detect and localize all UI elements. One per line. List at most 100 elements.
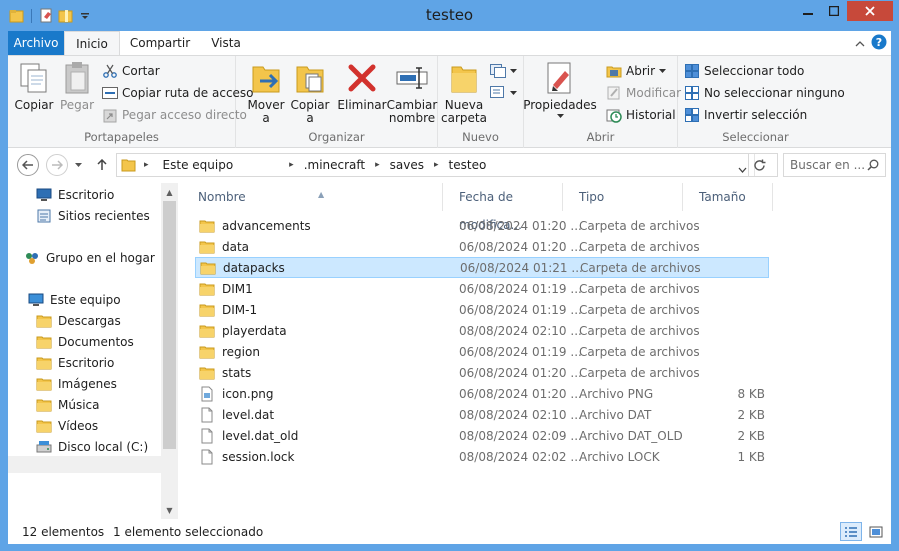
maximize-button[interactable] — [821, 1, 847, 21]
rename-button[interactable]: Cambiar nombre — [387, 60, 437, 125]
dropdown-arrow-icon — [510, 90, 517, 95]
breadcrumb-este-equipo[interactable]: Este equipo — [163, 158, 234, 172]
copy-to-icon — [292, 60, 328, 96]
close-button[interactable] — [847, 1, 893, 21]
nav-item-imágenes[interactable]: Imágenes — [36, 376, 117, 392]
nav-vertical-scrollbar[interactable]: ▲ ▼ — [161, 183, 178, 519]
file-row[interactable]: DIM-1 06/08/2024 01:19 ... Carpeta de arch… — [195, 299, 769, 320]
file-row[interactable]: level.dat_old 08/08/2024 02:09 ... Archivo… — [195, 425, 769, 446]
nav-item-disco-local-c[interactable]: Disco local (C:) — [36, 439, 148, 455]
nav-item-label: Sitios recientes — [58, 209, 150, 223]
breadcrumb-minecraft[interactable]: .minecraft — [304, 158, 365, 172]
group-seleccionar: Seleccionar todo No seleccionar ninguno … — [678, 56, 845, 148]
open-button[interactable]: Abrir — [606, 63, 667, 79]
paste-icon — [59, 60, 95, 96]
file-row[interactable]: playerdata 08/08/2024 02:10 ... Carpeta de… — [195, 320, 769, 341]
file-row[interactable]: region 06/08/2024 01:19 ... Carpeta de arc… — [195, 341, 769, 362]
collapse-ribbon-icon[interactable] — [855, 37, 865, 51]
breadcrumb-testeo[interactable]: testeo — [449, 158, 487, 172]
select-all-button[interactable]: Seleccionar todo — [684, 63, 804, 79]
explorer-window: testeo Archivo Inicio Compartir Vista ? — [0, 0, 899, 551]
file-row[interactable]: level.dat 08/08/2024 02:10 ... Archivo DAT… — [195, 404, 769, 425]
file-row[interactable]: advancements 06/08/2024 01:20 ... Carpeta … — [195, 215, 769, 236]
history-button[interactable]: Historial — [606, 107, 676, 123]
search-input[interactable]: Buscar en ... — [783, 153, 886, 177]
nav-item-documentos[interactable]: Documentos — [36, 334, 134, 350]
nav-item-escritorio[interactable]: Escritorio — [36, 187, 114, 203]
file-name: data — [222, 239, 250, 254]
breadcrumb-separator[interactable]: ▸ — [289, 160, 294, 170]
file-row[interactable]: data 06/08/2024 01:20 ... Carpeta de archi… — [195, 236, 769, 257]
breadcrumb-separator[interactable]: ▸ — [144, 160, 149, 170]
select-all-icon — [684, 63, 700, 79]
nav-horizontal-scrollbar[interactable] — [8, 456, 161, 473]
nav-item-descargas[interactable]: Descargas — [36, 313, 121, 329]
copy-path-button[interactable]: Copiar ruta de acceso — [102, 85, 254, 101]
homegroup-icon — [24, 250, 40, 266]
back-button[interactable] — [17, 154, 39, 176]
scroll-up-icon[interactable]: ▲ — [161, 184, 178, 200]
file-row[interactable]: icon.png 06/08/2024 01:20 ... Archivo PNG 8… — [195, 383, 769, 404]
paste-shortcut-icon — [102, 107, 118, 123]
file-name-cell: icon.png — [199, 386, 274, 402]
address-bar[interactable]: ▸ Este equipo ▸ .minecraft ▸ saves ▸ tes… — [116, 153, 778, 177]
open-icon — [606, 63, 622, 79]
scroll-thumb[interactable] — [163, 201, 176, 449]
nav-item-grupo-en-el-hogar[interactable]: Grupo en el hogar — [24, 250, 155, 266]
scroll-down-icon[interactable]: ▼ — [161, 502, 178, 518]
new-folder-button[interactable]: Nueva carpeta — [441, 60, 487, 125]
forward-button[interactable] — [46, 154, 68, 176]
nav-item-música[interactable]: Música — [36, 397, 100, 413]
help-icon[interactable]: ? — [871, 34, 887, 53]
cut-button[interactable]: Cortar — [102, 63, 160, 79]
edit-button[interactable]: Modificar — [606, 85, 681, 101]
tab-compartir[interactable]: Compartir — [122, 31, 198, 55]
file-row[interactable]: DIM1 06/08/2024 01:19 ... Carpeta de archi… — [195, 278, 769, 299]
breadcrumb-separator[interactable]: ▸ — [434, 160, 439, 170]
folder-icon — [36, 397, 52, 413]
file-row[interactable]: datapacks 06/08/2024 01:21 ... Carpeta de … — [195, 257, 769, 278]
group-label-organizar: Organizar — [308, 130, 365, 144]
tab-inicio[interactable]: Inicio — [64, 31, 120, 56]
paste-button[interactable]: Pegar — [58, 60, 96, 112]
properties-button[interactable]: Propiedades — [523, 60, 597, 119]
new-item-button[interactable] — [490, 63, 517, 79]
invert-selection-button[interactable]: Invertir selección — [684, 107, 807, 123]
file-type: Carpeta de archivos — [579, 218, 700, 233]
column-header-date[interactable]: Fecha de modifica... — [439, 183, 559, 232]
column-header-type[interactable]: Tipo — [559, 183, 679, 211]
tab-archivo[interactable]: Archivo — [8, 31, 64, 55]
file-date: 06/08/2024 01:19 ... — [459, 344, 582, 359]
address-history-chevron-icon[interactable] — [738, 162, 747, 176]
column-divider[interactable] — [772, 183, 773, 211]
file-row[interactable]: stats 06/08/2024 01:20 ... Carpeta de arch… — [195, 362, 769, 383]
nav-item-vídeos[interactable]: Vídeos — [36, 418, 98, 434]
breadcrumb-saves[interactable]: saves — [390, 158, 424, 172]
file-date: 06/08/2024 01:19 ... — [459, 302, 582, 317]
nav-item-este-equipo[interactable]: Este equipo — [28, 292, 121, 308]
arrow-left-icon — [22, 160, 33, 170]
arrow-right-icon — [52, 160, 63, 170]
copy-to-button[interactable]: Copiar a — [288, 60, 332, 125]
column-header-size[interactable]: Tamaño — [679, 183, 759, 211]
select-none-button[interactable]: No seleccionar ninguno — [684, 85, 845, 101]
refresh-button[interactable] — [748, 154, 770, 176]
details-view-button[interactable] — [840, 522, 862, 541]
delete-button[interactable]: Eliminar — [337, 60, 387, 112]
nav-item-sitios-recientes[interactable]: Sitios recientes — [36, 208, 150, 224]
minimize-button[interactable] — [795, 1, 821, 21]
up-button[interactable] — [91, 154, 113, 176]
breadcrumb-separator[interactable]: ▸ — [375, 160, 380, 170]
copy-button[interactable]: Copiar — [14, 60, 54, 112]
nav-item-escritorio[interactable]: Escritorio — [36, 355, 114, 371]
column-header-name[interactable]: Nombre ▲ — [178, 183, 442, 211]
easy-access-button[interactable] — [490, 85, 517, 101]
tab-vista[interactable]: Vista — [198, 31, 254, 55]
file-row[interactable]: session.lock 08/08/2024 02:02 ... Archivo … — [195, 446, 769, 467]
file-type: Archivo DAT_OLD — [579, 428, 683, 443]
large-icons-view-button[interactable] — [865, 522, 887, 541]
move-to-button[interactable]: Mover a — [244, 60, 288, 125]
recent-locations-button[interactable] — [72, 154, 84, 176]
item-count: 12 elementos — [22, 525, 105, 539]
paste-shortcut-button[interactable]: Pegar acceso directo — [102, 107, 247, 123]
